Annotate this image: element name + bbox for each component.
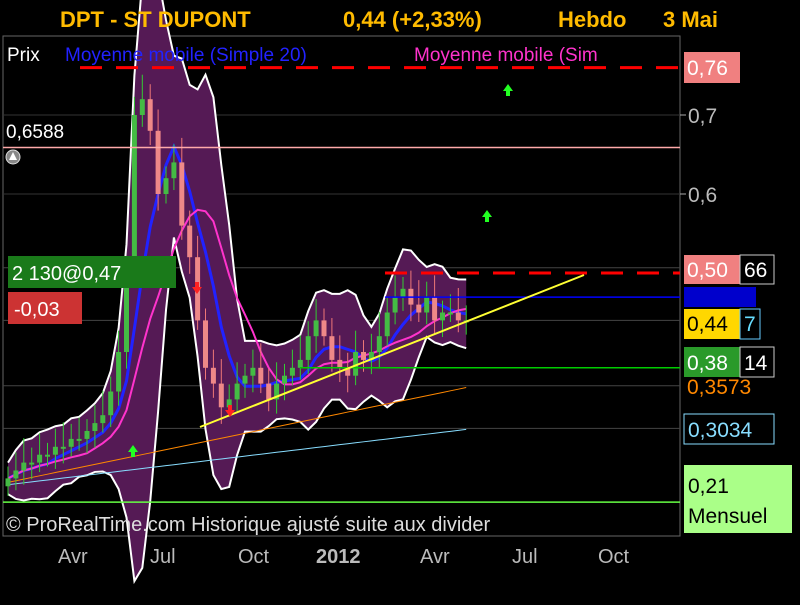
candle-body [282,375,287,384]
tag-text-0-3573: 0,3573 [687,376,751,399]
x-tick-oct: Oct [238,546,270,568]
chart-quote: 0,44 (+2,33%) [343,7,482,32]
x-tick-2012: 2012 [316,546,361,568]
candle-body [440,312,445,321]
candle-body [234,383,240,400]
x-tick-avr-2: Avr [420,546,450,568]
candle-body [163,178,169,194]
candle-body [147,99,153,131]
candle-body [305,336,311,360]
alert-icon[interactable] [5,149,21,165]
candle-body [155,130,161,194]
candle-body [329,336,335,360]
candle-body [100,415,106,424]
candle-body [139,99,145,115]
candle-body [131,115,137,273]
legend-ma20[interactable]: Moyenne mobile (Simple 20) [65,45,307,66]
candle-body [171,162,177,179]
candle-body [289,367,295,376]
tag-text-0-38: 0,38 [687,352,728,375]
candle-body [13,470,19,479]
candle-body [92,423,98,431]
candle-body [432,296,438,321]
candle-body [250,367,256,376]
x-tick-avr: Avr [58,546,88,568]
copyright-text: © ProRealTime.com Historique ajusté suit… [6,514,491,536]
candle-body [60,446,66,449]
order-main-text: 2 130@0,47 [12,263,121,285]
y-tick-0-7: 0,7 [688,105,717,128]
x-tick-oct-2: Oct [598,546,630,568]
candle-body [84,431,90,439]
candle-body [218,383,224,408]
level-label-0-6588: 0,6588 [6,122,64,143]
y-axis: 0,7 0,6 [680,105,717,207]
chart-title: DPT - ST DUPONT [60,7,251,32]
candle-body [321,320,327,337]
tag-text-66: 66 [744,259,767,282]
candle-body [297,359,303,368]
x-tick-jul-2: Jul [512,546,538,568]
candle-body [108,391,114,416]
candle-body [68,438,74,447]
candle-body [52,446,58,455]
tag-text-0-3034: 0,3034 [688,419,753,442]
candle-body [392,296,398,313]
tag-text-0-21: 0,21 [688,475,729,498]
candle-body [37,454,43,463]
candle-body [210,367,216,384]
tag-text-14: 14 [744,352,768,375]
candle-body [76,438,82,441]
candle-body [376,336,382,352]
candle-body [424,296,430,313]
tag-box-blue [684,287,756,307]
order-delta-text: -0,03 [14,299,60,321]
candle-body [337,359,343,368]
candle-body [203,320,208,368]
chart-window: DPT - ST DUPONT 0,44 (+2,33%) Hebdo 3 Ma… [0,0,800,600]
tag-text-mensuel: Mensuel [688,505,767,528]
x-tick-jul: Jul [150,546,176,568]
candle-body [21,462,27,471]
candle-body [384,312,390,337]
candle-body [266,383,272,400]
y-tick-0-6: 0,6 [688,184,717,207]
tag-text-0-44: 0,44 [687,313,728,336]
candle-body [447,312,453,315]
candle-body [5,478,11,487]
candle-body [179,162,185,226]
candle-body [29,462,35,465]
tag-text-0-50: 0,50 [687,259,728,282]
legend-price[interactable]: Prix [7,45,40,66]
tag-text-0-76: 0,76 [687,57,728,80]
candle-body [361,352,366,360]
chart-date: 3 Mai [663,7,718,32]
chart-period: Hebdo [558,7,626,32]
candle-body [242,375,248,384]
price-chart[interactable]: DPT - ST DUPONT 0,44 (+2,33%) Hebdo 3 Ma… [0,0,800,600]
candle-body [313,320,319,337]
candle-body [45,454,50,457]
candle-body [455,312,461,321]
candle-body [187,225,193,258]
candle-body [416,304,422,313]
tag-text-7: 7 [744,313,756,336]
candle-body [258,367,264,384]
candle-body [116,352,122,392]
candle-body [400,288,406,297]
legend-ma-other[interactable]: Moyenne mobile (Sim [414,45,598,66]
